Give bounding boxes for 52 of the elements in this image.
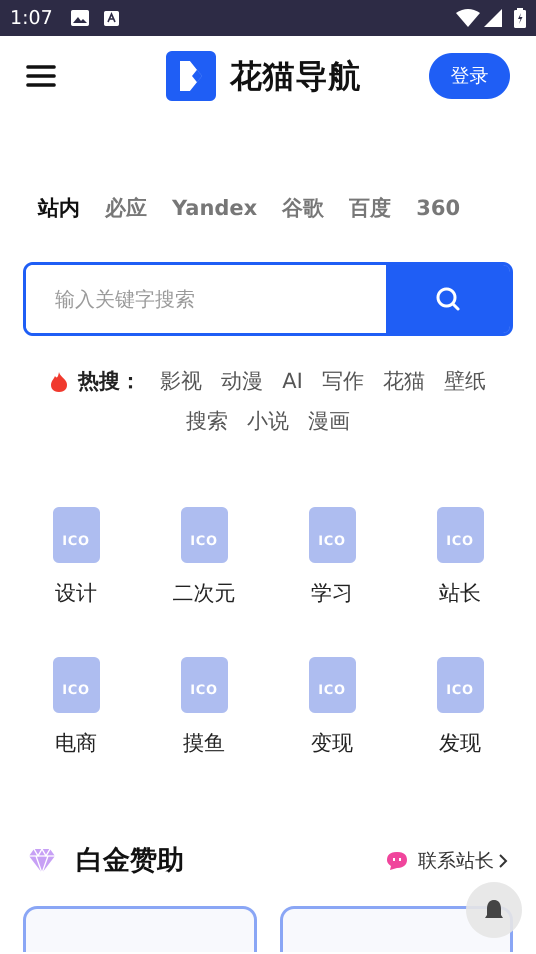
placeholder-icon: ICO [52, 656, 100, 712]
placeholder-icon: ICO [308, 507, 356, 563]
hot-search-link[interactable]: 小说 [247, 406, 289, 437]
image-icon [70, 10, 89, 26]
signal-icon [484, 9, 502, 27]
brand-name: 花猫导航 [230, 56, 362, 97]
hot-search-link[interactable]: 影视 [160, 366, 202, 398]
category-link[interactable]: 摸鱼 [183, 728, 225, 759]
category-link[interactable]: 学习 [311, 578, 353, 610]
menu-icon[interactable] [26, 64, 56, 88]
search-field[interactable]: 输入关键字搜索 [23, 262, 513, 336]
status-time: 1:07 [10, 6, 53, 31]
hot-search-link[interactable]: 壁纸 [444, 366, 486, 398]
search-icon [435, 286, 461, 312]
contact-link[interactable]: 联系站长 [418, 846, 508, 876]
hot-search-link[interactable]: 花猫 [382, 366, 425, 398]
search-tab[interactable]: 站内 [38, 193, 80, 225]
chevron-icon [498, 853, 508, 869]
search-tab[interactable]: 谷歌 [282, 193, 324, 225]
hot-search-link[interactable]: 漫画 [308, 406, 350, 437]
sponsor-card[interactable] [23, 906, 256, 952]
section-title: 白金赞助 [76, 844, 184, 878]
search-tab[interactable]: 必应 [105, 193, 147, 225]
search-tab[interactable]: 百度 [349, 193, 392, 225]
category-link[interactable]: 变现 [311, 728, 353, 759]
category-link[interactable]: 发现 [439, 728, 481, 759]
category-link[interactable]: 设计 [55, 578, 97, 610]
login-button[interactable]: 登录 [429, 53, 510, 99]
placeholder-icon: ICO [180, 656, 228, 712]
search-button[interactable] [386, 265, 510, 333]
category-link[interactable]: 电商 [55, 728, 97, 759]
chat-bubble-icon [386, 851, 408, 871]
hot-search-link[interactable]: 写作 [322, 366, 364, 398]
keyboard-icon [104, 10, 119, 26]
placeholder-icon: ICO [436, 656, 484, 712]
hot-search-link[interactable]: 动漫 [221, 366, 264, 398]
placeholder-icon: ICO [52, 507, 100, 563]
category-link[interactable]: 站长 [439, 578, 481, 610]
search-tab[interactable]: Yandex [172, 193, 258, 225]
hot-search-link[interactable]: 搜索 [186, 406, 228, 437]
flame-icon [50, 370, 68, 393]
search-tab[interactable]: 360 [416, 193, 460, 225]
category-link[interactable]: 二次元 [172, 578, 236, 610]
logo-icon [166, 51, 216, 101]
placeholder-icon: ICO [436, 507, 484, 563]
placeholder-icon: ICO [180, 507, 228, 563]
wifi-icon [456, 9, 480, 27]
hot-search-link[interactable]: AI [282, 366, 303, 398]
battery-icon [514, 8, 526, 28]
diamond-icon [28, 848, 56, 874]
placeholder-icon: ICO [308, 656, 356, 712]
hot-label: 热搜： [78, 368, 142, 395]
